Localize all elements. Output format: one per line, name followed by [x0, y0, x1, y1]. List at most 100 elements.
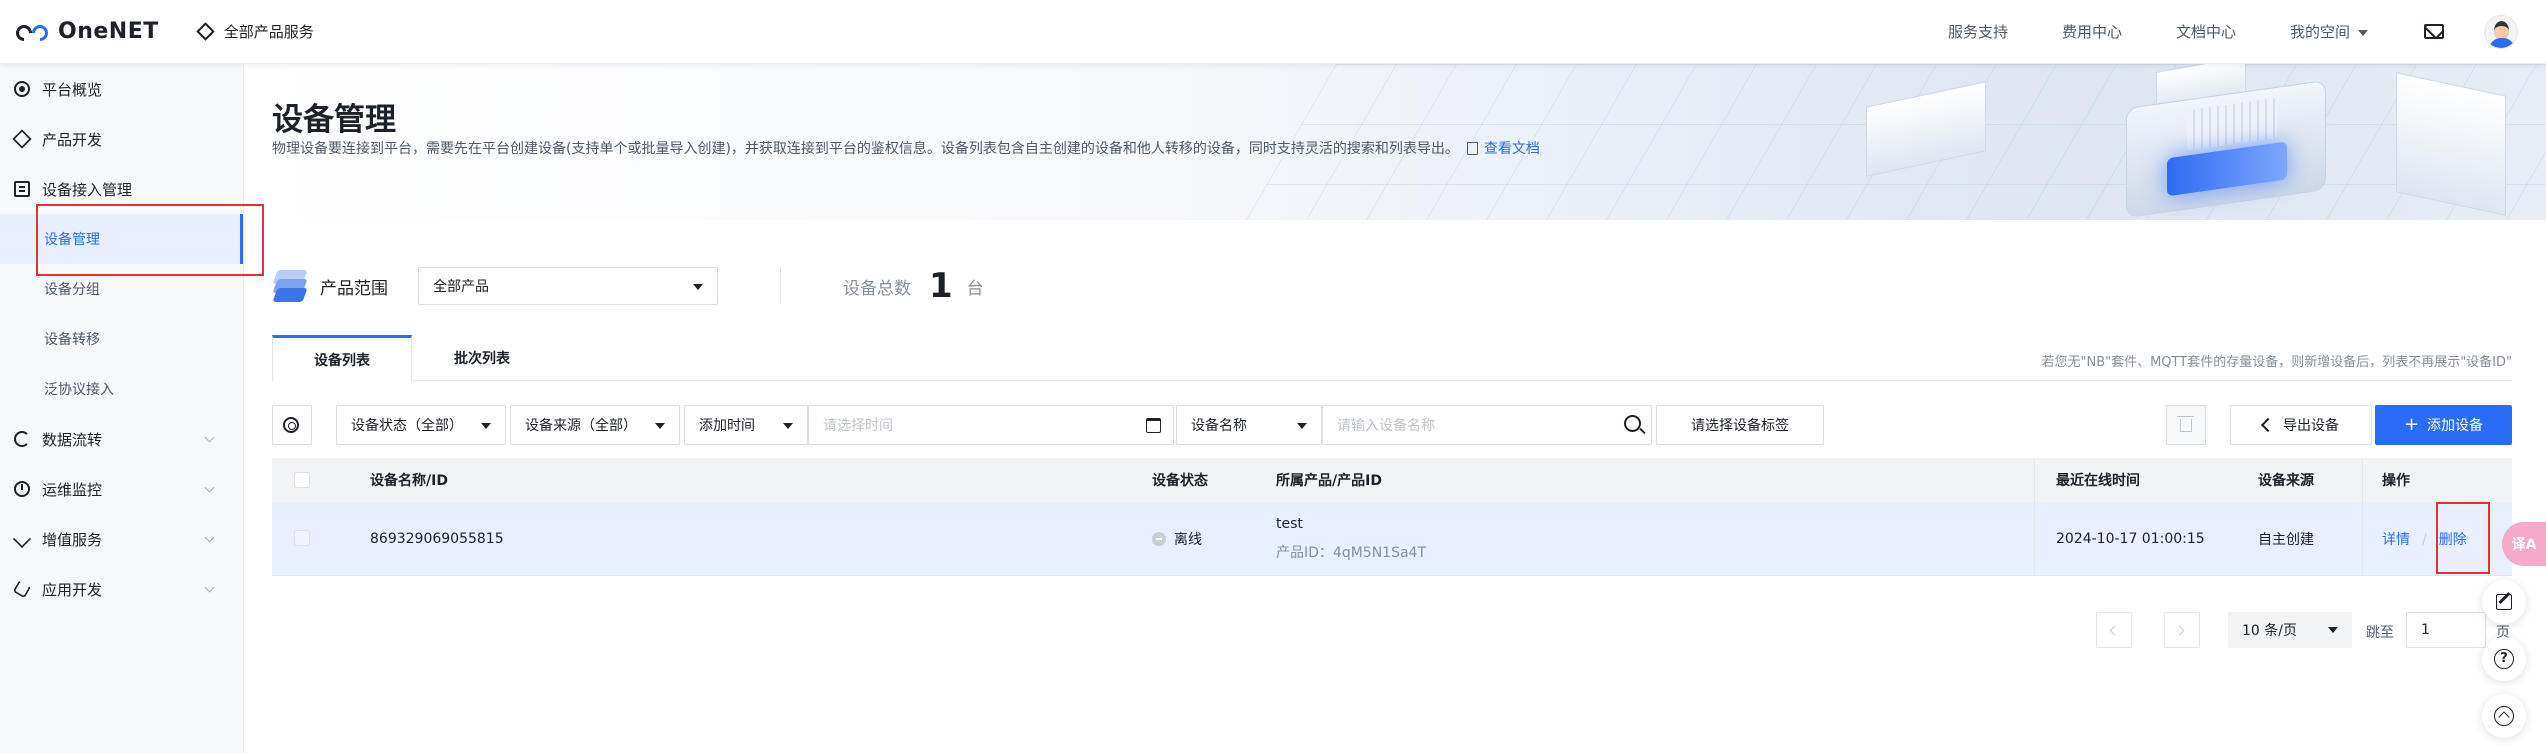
sidebar-item-label: 平台概览 [42, 80, 103, 99]
all-products-label: 全部产品服务 [223, 23, 314, 41]
help-icon: ? [2494, 649, 2514, 669]
view-docs-link[interactable]: 查看文档 [1484, 141, 1540, 157]
monitor-icon [14, 481, 30, 497]
detail-link[interactable]: 详情 [2382, 532, 2410, 548]
top-header: OneNET 全部产品服务 服务支持 费用中心 文档中心 我的空间 [0, 0, 2546, 64]
status-filter-value: 设备状态（全部） [351, 418, 463, 434]
filter-toolbar: 设备状态（全部） 设备来源（全部） 添加时间 请选择时间 设备名称 请输入设备名… [272, 405, 2512, 445]
device-status-text: 离线 [1174, 531, 1202, 548]
product-id: 产品ID：4qM5N1Sa4T [1276, 545, 1426, 561]
value-added-icon [12, 529, 32, 549]
back-to-top-icon [2494, 706, 2514, 726]
source-filter-select[interactable]: 设备来源（全部） [510, 405, 680, 445]
fixed-column-divider [2362, 458, 2363, 576]
sidebar-item-overview[interactable]: 平台概览 [0, 64, 243, 114]
onenet-logo[interactable]: OneNET [12, 0, 159, 64]
column-header-source: 设备来源 [2258, 473, 2314, 489]
column-header-actions: 操作 [2382, 473, 2410, 489]
product-stack-icon [272, 268, 308, 304]
device-total-label: 设备总数 [843, 278, 911, 299]
next-page-button[interactable] [2164, 612, 2200, 648]
status-filter-select[interactable]: 设备状态（全部） [336, 405, 506, 445]
sidebar-item-label: 数据流转 [42, 430, 103, 449]
table-row[interactable]: 869329069055815 离线 test 产品ID：4qM5N1Sa4T … [272, 502, 2512, 576]
product-range-select[interactable]: 全部产品 [418, 267, 718, 305]
row-checkbox[interactable] [294, 530, 310, 546]
device-tag-label: 请选择设备标签 [1691, 418, 1789, 434]
tab-device-list[interactable]: 设备列表 [272, 335, 412, 382]
sidebar-item-value-added[interactable]: 增值服务 [0, 514, 243, 564]
chevron-down-icon [2358, 29, 2368, 36]
fixed-column-divider [2034, 458, 2035, 576]
time-field-value: 添加时间 [699, 418, 755, 434]
sidebar-subitem-label: 泛协议接入 [44, 382, 114, 398]
service-support-link[interactable]: 服务支持 [1948, 21, 2008, 42]
sidebar-subitem-device-management[interactable]: 设备管理 [0, 214, 243, 264]
jump-page-input[interactable]: 1 [2406, 612, 2486, 648]
caret-down-icon [1297, 423, 1307, 429]
caret-down-icon [2328, 627, 2338, 633]
device-name: 869329069055815 [370, 530, 504, 547]
all-products-menu[interactable]: 全部产品服务 [196, 21, 314, 42]
mail-icon[interactable] [2424, 24, 2444, 39]
export-devices-label: 导出设备 [2283, 418, 2339, 434]
time-picker-input[interactable]: 请选择时间 [808, 405, 1174, 445]
export-icon [2260, 417, 2276, 433]
page-size-select[interactable]: 10 条/页 [2228, 612, 2352, 648]
user-avatar[interactable] [2484, 14, 2518, 49]
jump-to-label: 跳至 [2366, 625, 2394, 641]
my-space-menu[interactable]: 我的空间 [2290, 21, 2368, 42]
prev-page-button[interactable] [2096, 612, 2132, 648]
time-field-select[interactable]: 添加时间 [684, 405, 808, 445]
tab-batch-list[interactable]: 批次列表 [412, 335, 552, 381]
sidebar-item-data-flow[interactable]: 数据流转 [0, 414, 243, 464]
caret-down-icon [783, 423, 793, 429]
column-settings-button[interactable] [272, 405, 312, 445]
sidebar-item-monitor[interactable]: 运维监控 [0, 464, 243, 514]
trash-icon [2177, 415, 2194, 432]
search-icon[interactable] [1624, 415, 1641, 432]
sidebar-subitem-device-group[interactable]: 设备分组 [0, 264, 243, 314]
header-right: 服务支持 费用中心 文档中心 我的空间 [1948, 0, 2546, 64]
banner-cube-decoration [2396, 72, 2506, 216]
description-text: 物理设备要连接到平台，需要先在平台创建设备(支持单个或批量导入创建)，并获取连接… [272, 141, 1459, 157]
help-button[interactable]: ? [2482, 637, 2526, 681]
product-range-label: 产品范围 [320, 278, 388, 299]
device-status: 离线 [1152, 529, 1202, 549]
device-name-search-input[interactable]: 请输入设备名称 [1322, 405, 1652, 445]
device-tag-select-button[interactable]: 请选择设备标签 [1656, 405, 1824, 445]
feedback-button[interactable] [2482, 580, 2526, 624]
sidebar-subitem-generic-protocol[interactable]: 泛协议接入 [0, 364, 243, 414]
billing-center-link[interactable]: 费用中心 [2062, 21, 2122, 42]
add-device-button[interactable]: + 添加设备 [2375, 405, 2512, 445]
data-flow-icon [14, 431, 30, 447]
batch-delete-button[interactable] [2166, 405, 2206, 445]
divider [780, 268, 781, 304]
sidebar-item-device-access[interactable]: 设备接入管理 [0, 164, 243, 214]
back-to-top-button[interactable] [2482, 694, 2526, 738]
name-field-select[interactable]: 设备名称 [1176, 405, 1322, 445]
sidebar-item-product-dev[interactable]: 产品开发 [0, 114, 243, 164]
sidebar-subitem-label: 设备转移 [44, 332, 100, 348]
name-field-value: 设备名称 [1191, 418, 1247, 434]
document-icon [1466, 142, 1478, 155]
sidebar-subitem-device-transfer[interactable]: 设备转移 [0, 314, 243, 364]
delete-link[interactable]: 删除 [2439, 532, 2467, 548]
product-dev-icon [12, 129, 32, 149]
app-dev-icon [12, 579, 32, 599]
product-name: test [1276, 516, 1303, 532]
last-online-time: 2024-10-17 01:00:15 [2056, 530, 2205, 547]
device-access-icon [14, 181, 30, 197]
export-devices-button[interactable]: 导出设备 [2230, 405, 2372, 445]
sidebar-subitem-label: 设备管理 [44, 232, 100, 248]
select-all-checkbox[interactable] [294, 472, 310, 488]
translate-button[interactable]: 译A [2502, 522, 2546, 566]
doc-center-link[interactable]: 文档中心 [2176, 21, 2236, 42]
caret-down-icon [655, 423, 665, 429]
device-total-count: 1 [929, 266, 953, 306]
caret-down-icon [481, 423, 491, 429]
sidebar-item-app-dev[interactable]: 应用开发 [0, 564, 243, 614]
row-actions: 详情 / 删除 [2382, 529, 2467, 549]
page-title: 设备管理 [272, 102, 396, 138]
device-table: 设备名称/ID 设备状态 所属产品/产品ID 最近在线时间 设备来源 操作 86… [272, 458, 2512, 576]
